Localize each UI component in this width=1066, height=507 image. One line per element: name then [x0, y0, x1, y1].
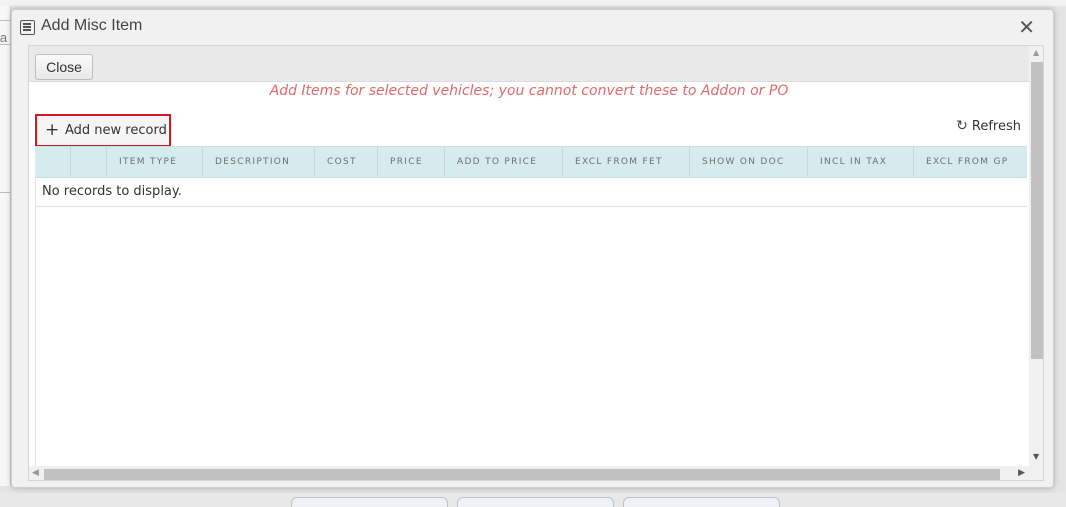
scroll-right-icon[interactable]: ▶ [1018, 468, 1025, 478]
backdrop-button [623, 497, 780, 507]
add-new-record-label: Add new record [65, 123, 167, 138]
backdrop-top-strip [0, 0, 1066, 6]
dialog-titlebar: Add Misc Item ✕ [12, 10, 1053, 43]
backdrop-button [457, 497, 614, 507]
plus-icon: + [45, 120, 60, 140]
column-header-item-type[interactable]: ITEM TYPE [107, 147, 203, 177]
grid-header: ITEM TYPE DESCRIPTION COST PRICE ADD TO … [35, 146, 1027, 178]
add-new-record-button[interactable]: + Add new record [35, 114, 171, 147]
backdrop-divider [0, 192, 10, 193]
refresh-label: Refresh [971, 119, 1021, 134]
backdrop-button [291, 497, 448, 507]
scroll-down-icon[interactable]: ▼ [1033, 452, 1039, 461]
column-header-cost[interactable]: COST [315, 147, 378, 177]
vertical-scroll-thumb[interactable] [1031, 62, 1043, 359]
backdrop-divider [0, 20, 10, 21]
backdrop-left-panel: ia [0, 6, 11, 486]
column-header-add-to-price[interactable]: ADD TO PRICE [445, 147, 563, 177]
column-header-description[interactable]: DESCRIPTION [203, 147, 315, 177]
close-button[interactable]: Close [35, 54, 93, 80]
scroll-up-icon[interactable]: ▲ [1033, 48, 1039, 57]
refresh-button[interactable]: ↻ Refresh [956, 118, 1021, 134]
horizontal-scroll-thumb[interactable] [44, 469, 1000, 480]
backdrop-divider [0, 44, 10, 45]
dialog-toolbar: Close [29, 46, 1043, 82]
column-header-expand [35, 147, 71, 177]
empty-message: No records to display. [35, 179, 1027, 207]
dialog-title: Add Misc Item [41, 17, 143, 34]
close-icon[interactable]: ✕ [1018, 15, 1035, 39]
column-header-excl-from-fet[interactable]: EXCL FROM FET [563, 147, 690, 177]
column-header-price[interactable]: PRICE [378, 147, 445, 177]
info-notice: Add Items for selected vehicles; you can… [269, 83, 789, 99]
horizontal-scrollbar[interactable]: ◀ ▶ [29, 466, 1029, 480]
form-icon [20, 20, 35, 35]
dialog-content: Close Add Items for selected vehicles; y… [28, 45, 1044, 481]
grid-toolbar: + Add new record ↻ Refresh [29, 108, 1027, 147]
column-header-excl-from-gp[interactable]: EXCL FROM GP [914, 147, 1027, 177]
scrollbar-corner [1029, 466, 1043, 480]
grid-body [35, 179, 1027, 479]
column-header-incl-in-tax[interactable]: INCL IN TAX [808, 147, 914, 177]
backdrop-left-text: ia [0, 30, 8, 45]
add-misc-item-dialog: Add Misc Item ✕ Close Add Items for sele… [11, 9, 1054, 488]
column-header-edit [71, 147, 107, 177]
scroll-left-icon[interactable]: ◀ [32, 468, 39, 478]
vertical-scrollbar[interactable]: ▲ ▼ [1029, 46, 1043, 466]
column-header-show-on-doc[interactable]: SHOW ON DOC [690, 147, 808, 177]
refresh-icon: ↻ [956, 118, 968, 134]
